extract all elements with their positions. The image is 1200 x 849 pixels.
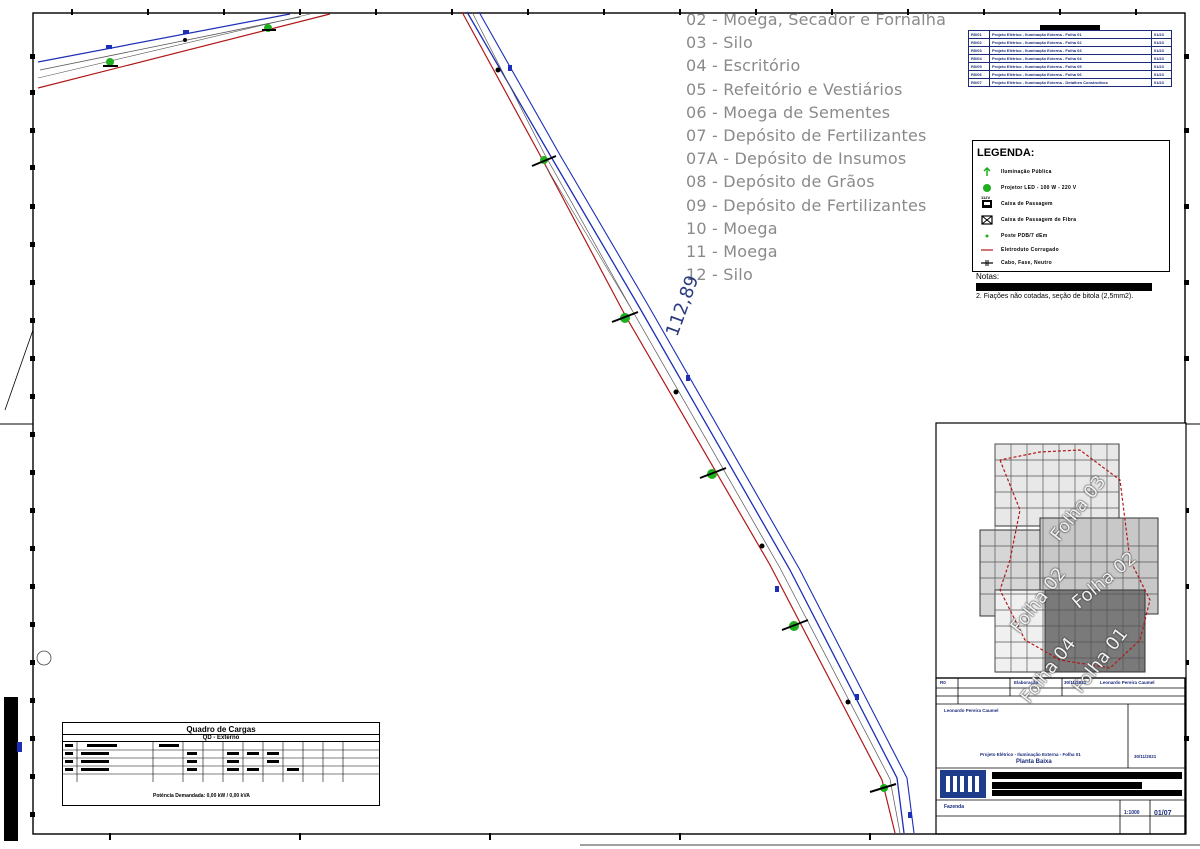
revision-row: R0/02 Projeto Elétrico - Iluminação Exter… [967, 38, 1173, 47]
revision-row: R0/06 Projeto Elétrico - Iluminação Exter… [967, 70, 1173, 79]
fixture-icon [759, 543, 765, 549]
tb-rev-desc: Elaboração [1014, 680, 1039, 685]
symbol-legend: LEGENDA: Iluminação Pública Projetor LED… [972, 140, 1170, 272]
fixture-icon [495, 67, 501, 73]
dot-symbol-icon [985, 234, 989, 238]
revision-row: R0/01 Projeto Elétrico - Iluminação Exter… [967, 30, 1173, 39]
left-circle-mark [36, 650, 52, 666]
legend-item: 07 - Depósito de Fertilizantes [686, 125, 927, 145]
legend-item: 06 - Moega de Sementes [686, 102, 891, 122]
symbol-legend-title: LEGENDA: [977, 147, 1035, 159]
tree-symbol-icon [983, 184, 991, 192]
fixture-icon [531, 155, 557, 167]
revision-row: R0/07 Projeto Elétrico - Iluminação Exter… [967, 78, 1173, 87]
arrow-symbol-icon [983, 167, 991, 176]
legend-row: Projetor LED - 100 W - 220 V [979, 181, 1165, 195]
revision-row: R0/05 Projeto Elétrico - Iluminação Exter… [967, 62, 1173, 71]
legend-row: Poste PDB/7 dEm [979, 229, 1165, 243]
legend-item: 05 - Refeitório e Vestiários [686, 79, 903, 99]
top-ticks [71, 9, 1137, 15]
legend-item: 03 - Silo [686, 33, 753, 53]
fixture-icon [183, 38, 187, 42]
tb-project-desc-1: Projeto Elétrico - Iluminação Externa - … [980, 752, 1081, 757]
legend-item: 12 - Silo [686, 265, 753, 285]
legend-row-text: Projetor LED - 100 W - 220 V [1001, 185, 1077, 191]
loads-table-total: Potência Demandada: 0,00 kW / 0,00 kVA [153, 793, 250, 799]
legend-row-text: Iluminação Pública [1001, 169, 1052, 175]
notes-label: Notas: [976, 272, 1000, 281]
building-legend: 02 - Moega, Secador e Fornalha 03 - Silo… [686, 8, 946, 286]
tb-rev-date: 30/11/2021 [1064, 680, 1087, 685]
legend-row: Iluminação Pública [979, 165, 1165, 179]
tb-rev-code: R0 [940, 680, 946, 685]
legend-item: 08 - Depósito de Grãos [686, 172, 875, 192]
route-top-left [37, 13, 331, 89]
legend-item: 10 - Moega [686, 218, 778, 238]
left-blue-mark [17, 742, 22, 752]
loads-table: Quadro de Cargas QD - Externo Potência D… [62, 722, 380, 806]
legend-row: Cabo, Fase, Neutro [979, 256, 1165, 270]
notes-item-2: 2. Fiações não cotadas, seção de bitola … [976, 293, 1134, 300]
loads-table-grid [63, 742, 379, 782]
tb-drawn-by: Leonardo Pereira Caumel [1100, 680, 1155, 685]
legend-row: Caixa de Passagem [979, 197, 1165, 211]
left-black-bar [4, 697, 18, 841]
x-box-symbol-icon [981, 215, 993, 225]
tb-sheet: 01/07 [1154, 810, 1172, 817]
cable-symbol-icon [981, 260, 993, 266]
legend-row-text: Cabo, Fase, Neutro [1001, 260, 1052, 266]
tb-date: 30/11/2021 [1134, 754, 1157, 759]
tb-author: Leonardo Pereira Caumel [944, 708, 999, 713]
legend-row-text: Caixa de Passagem [1001, 201, 1053, 207]
tb-client: Fazenda [944, 804, 965, 810]
fixture-icon [673, 389, 679, 395]
loads-table-subtitle: QD - Externo [63, 734, 379, 742]
legend-item: 07A - Depósito de Insumos [686, 149, 907, 169]
red-line-symbol-icon [981, 249, 993, 251]
legend-item: 04 - Escritório [686, 56, 801, 76]
legend-row-text: Eletroduto Corrugado [1001, 247, 1059, 253]
legend-item: 09 - Depósito de Fertilizantes [686, 195, 927, 215]
fixture-icon [845, 699, 851, 705]
revision-table: R0/01 Projeto Elétrico - Iluminação Exter… [967, 24, 1173, 87]
tb-project-desc-2: Planta Baixa [1016, 759, 1052, 765]
loads-table-title: Quadro de Cargas [186, 725, 256, 734]
tb-scale: 1:1000 [1124, 810, 1140, 816]
legend-row: Eletroduto Corrugado [979, 243, 1165, 257]
box-symbol-icon [982, 200, 992, 208]
revision-row: R0/04 Projeto Elétrico - Iluminação Exter… [967, 54, 1173, 63]
legend-row: Caixa de Passagem de Fibra [979, 213, 1165, 227]
legend-item: 02 - Moega, Secador e Fornalha [686, 10, 947, 29]
title-black-bar-1 [992, 772, 1182, 779]
notes-block: Notas: 2. Fiações não cotadas, seção de … [976, 272, 1152, 300]
title-black-bar-2 [992, 782, 1142, 789]
revision-row: R0/03 Projeto Elétrico - Iluminação Exter… [967, 46, 1173, 55]
title-black-bar-3 [992, 790, 1182, 796]
legend-row-text: Caixa de Passagem de Fibra [1001, 217, 1077, 223]
left-slant-line [4, 329, 34, 411]
legend-item: 11 - Moega [686, 241, 778, 261]
notes-redacted-bar [976, 283, 1152, 291]
left-ticks [30, 54, 35, 817]
legend-row-text: Poste PDB/7 dEm [1001, 233, 1048, 239]
fixture-icon [611, 311, 639, 323]
fixture-icon [699, 467, 727, 479]
